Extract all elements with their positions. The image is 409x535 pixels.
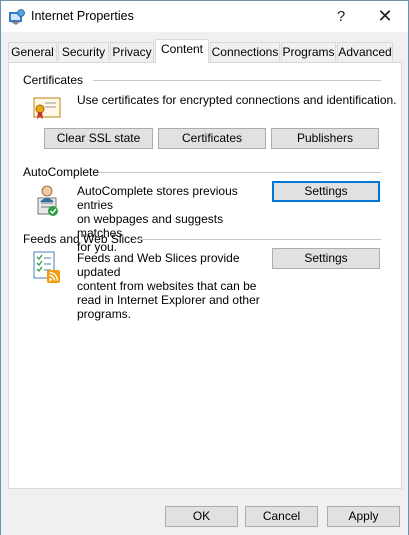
feeds-description-line-3: read in Internet Explorer and other: [77, 293, 260, 307]
feeds-group-title: Feeds and Web Slices: [23, 232, 143, 246]
feeds-description-line-4: programs.: [77, 307, 132, 321]
feeds-divider: [134, 239, 381, 240]
publishers-button[interactable]: Publishers: [271, 128, 379, 149]
cancel-button[interactable]: Cancel: [245, 506, 318, 527]
tab-programs[interactable]: Programs: [281, 42, 336, 61]
ok-button[interactable]: OK: [165, 506, 238, 527]
tab-privacy[interactable]: Privacy: [110, 42, 154, 61]
close-button[interactable]: ✕: [363, 1, 407, 32]
feeds-description: Feeds and Web Slices provide updated con…: [77, 251, 267, 321]
apply-button[interactable]: Apply: [327, 506, 400, 527]
autocomplete-settings-button[interactable]: Settings: [272, 181, 380, 202]
tab-security[interactable]: Security: [58, 42, 109, 61]
certificates-group-title: Certificates: [23, 73, 84, 87]
autocomplete-group-title: AutoComplete: [23, 165, 100, 179]
certificates-divider: [93, 80, 381, 81]
tab-connections[interactable]: Connections: [210, 42, 280, 61]
autocomplete-description-line-1: AutoComplete stores previous entries: [77, 184, 238, 212]
feeds-description-line-2: content from websites that can be: [77, 279, 257, 293]
feeds-settings-button[interactable]: Settings: [272, 248, 380, 269]
clear-ssl-state-button[interactable]: Clear SSL state: [44, 128, 153, 149]
certificates-description: Use certificates for encrypted connectio…: [77, 93, 397, 107]
content-tab-panel: Certificates Use certificates for encryp…: [8, 62, 402, 489]
tab-content[interactable]: Content: [155, 39, 209, 63]
feeds-description-line-1: Feeds and Web Slices provide updated: [77, 251, 240, 279]
tab-advanced[interactable]: Advanced: [337, 42, 393, 61]
autocomplete-icon: [37, 185, 58, 216]
help-button[interactable]: ?: [319, 1, 363, 32]
certificate-icon: [33, 97, 61, 119]
tab-strip: General Security Privacy Content Connect…: [8, 39, 402, 63]
autocomplete-divider: [99, 172, 381, 173]
internet-properties-dialog: Internet Properties ? ✕ General Security…: [0, 0, 409, 535]
tab-general[interactable]: General: [8, 42, 57, 61]
feeds-icon: [33, 251, 60, 283]
certificates-button[interactable]: Certificates: [158, 128, 266, 149]
window-title: Internet Properties: [31, 9, 134, 23]
dialog-footer: OK Cancel Apply: [1, 489, 408, 535]
title-bar[interactable]: Internet Properties ? ✕: [1, 1, 408, 32]
internet-options-icon: [9, 9, 25, 25]
